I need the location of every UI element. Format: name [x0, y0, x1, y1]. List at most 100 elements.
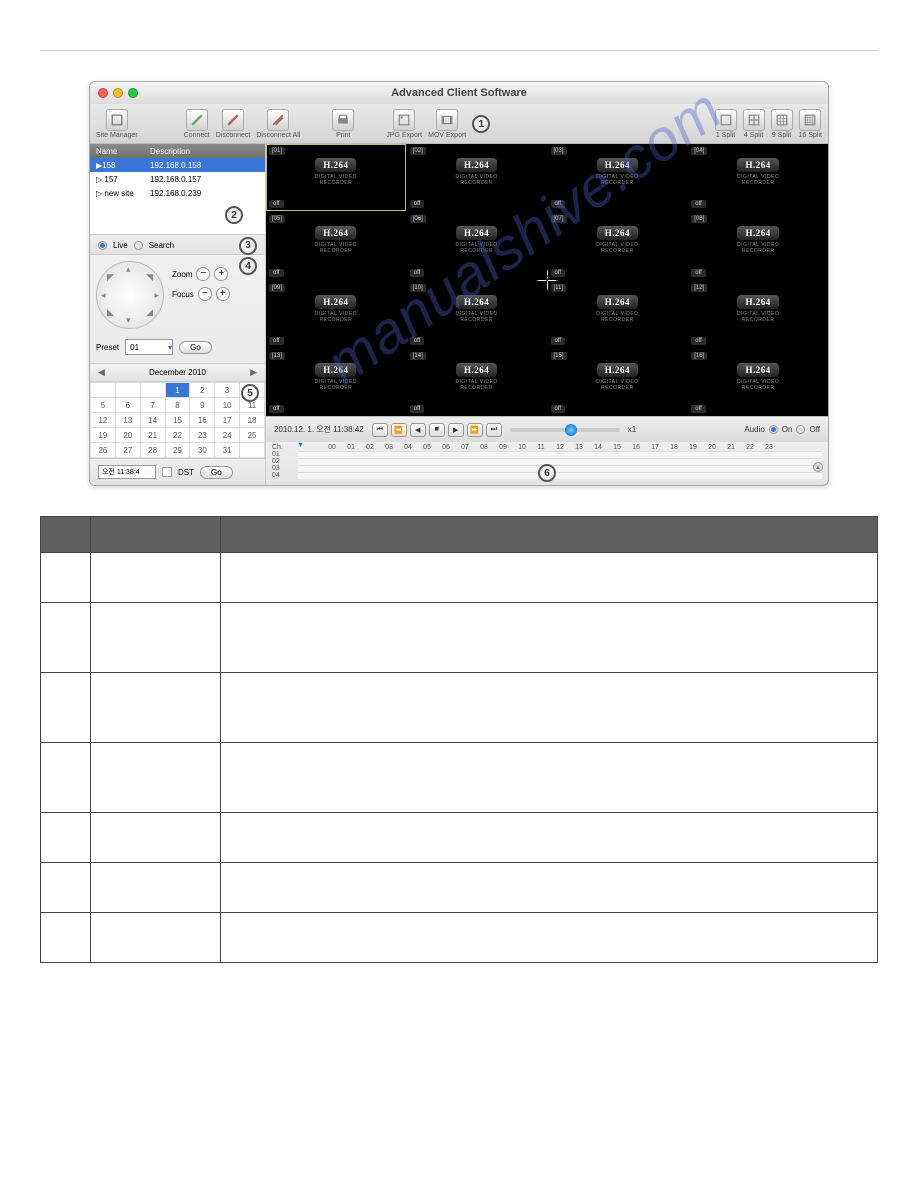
live-radio[interactable]: [98, 241, 107, 250]
toolbar: Site Manager Connect Disconnect Disconne…: [90, 104, 828, 144]
playback-timestamp: 2010.12. 1. 오전 11:38:42: [274, 424, 364, 435]
channel-cell[interactable]: [06]H.264DIGITAL VIDEO RECORDERoff: [407, 212, 547, 279]
channel-cell[interactable]: [04]H.264DIGITAL VIDEO RECORDERoff: [688, 144, 828, 211]
cal-title: December 2010: [149, 368, 206, 377]
site-row[interactable]: ▷ 157192.168.0.157: [90, 172, 265, 186]
channel-cell[interactable]: [12]H.264DIGITAL VIDEO RECORDERoff: [688, 281, 828, 348]
preset-row: Preset 01▾ Go: [90, 335, 265, 363]
channel-cell[interactable]: [05]H.264DIGITAL VIDEO RECORDERoff: [266, 212, 406, 279]
timeline-channel-row[interactable]: 01: [272, 451, 822, 458]
channel-cell[interactable]: [03]H.264DIGITAL VIDEO RECORDERoff: [548, 144, 688, 211]
audio-on-radio[interactable]: [769, 425, 778, 434]
ptz-panel: 4 ▴▾ ◂▸ ◤◥ ◣◢ Zoom−+ Focus−+: [90, 255, 265, 335]
codec-badge: H.264: [597, 363, 638, 377]
dst-checkbox[interactable]: [162, 467, 172, 477]
toolbar-right: 1 Split 4 Split 9 Split 16 Split: [715, 109, 822, 139]
skip-last-button[interactable]: ⏭: [486, 423, 502, 437]
disconnect-button[interactable]: Disconnect: [216, 109, 251, 139]
codec-badge: H.264: [315, 158, 356, 172]
channel-tag: [11]: [551, 284, 567, 292]
channel-tag: [13]: [269, 352, 285, 360]
audio-off-radio[interactable]: [796, 425, 805, 434]
search-radio[interactable]: [134, 241, 143, 250]
mov-export-button[interactable]: MOV Export: [428, 109, 466, 139]
channel-off-badge: off: [269, 405, 284, 413]
scroll-up-button[interactable]: ▴: [813, 462, 823, 472]
disconnect-all-button[interactable]: Disconnect All: [256, 109, 300, 139]
mode-selector: Live Search 3: [90, 234, 265, 255]
time-go-button[interactable]: Go: [200, 466, 233, 479]
toolbar-left: Site Manager Connect Disconnect Disconne…: [96, 109, 490, 139]
jpg-export-button[interactable]: JPG Export: [386, 109, 422, 139]
play-button[interactable]: ▶: [448, 423, 464, 437]
channel-cell[interactable]: [01]H.264DIGITAL VIDEO RECORDERoff: [266, 144, 406, 211]
speed-slider[interactable]: [510, 428, 620, 432]
channel-off-badge: off: [691, 269, 706, 277]
table-row: [41, 913, 878, 963]
forward-button[interactable]: ⏩: [467, 423, 483, 437]
timeline-ruler: 0001020304050607080910111213141516171819…: [324, 444, 777, 451]
codec-badge: H.264: [597, 158, 638, 172]
screenshot-container: Advanced Client Software Site Manager Co…: [40, 81, 878, 486]
channel-cell[interactable]: [02]H.264DIGITAL VIDEO RECORDERoff: [407, 144, 547, 211]
split-1-button[interactable]: 1 Split: [715, 109, 737, 139]
timeline-marker-icon[interactable]: ▼: [297, 442, 304, 449]
video-grid: 7 [01]H.264DIGITAL VIDEO RECORDERoff[02]…: [266, 144, 828, 416]
table-row: [41, 863, 878, 913]
channel-tag: [04]: [691, 147, 707, 155]
split-9-button[interactable]: 9 Split: [771, 109, 793, 139]
table-row: [41, 603, 878, 673]
site-row[interactable]: ▶158192.168.0.158: [90, 158, 265, 172]
zoom-in-button[interactable]: +: [214, 267, 228, 281]
site-row[interactable]: ▷ new site192.168.0.239: [90, 186, 265, 200]
site-manager-button[interactable]: Site Manager: [96, 109, 138, 139]
channel-cell[interactable]: [16]H.264DIGITAL VIDEO RECORDERoff: [688, 349, 828, 416]
cal-next-button[interactable]: ▶: [250, 367, 257, 378]
focus-in-button[interactable]: +: [216, 287, 230, 301]
rewind-button[interactable]: ⏪: [391, 423, 407, 437]
step-back-button[interactable]: ◀: [410, 423, 426, 437]
channel-tag: [03]: [551, 147, 567, 155]
channel-tag: [14]: [410, 352, 426, 360]
window-title: Advanced Client Software: [90, 87, 828, 99]
channel-tag: [15]: [551, 352, 567, 360]
channel-cell[interactable]: [08]H.264DIGITAL VIDEO RECORDERoff: [688, 212, 828, 279]
codec-badge: H.264: [737, 226, 778, 240]
skip-first-button[interactable]: ⏮: [372, 423, 388, 437]
ptz-wheel[interactable]: ▴▾ ◂▸ ◤◥ ◣◢: [96, 261, 164, 329]
speed-label: x1: [628, 425, 636, 434]
print-button[interactable]: Print: [332, 109, 354, 139]
channel-off-badge: off: [691, 200, 706, 208]
time-input[interactable]: 오전 11:38:4: [98, 465, 156, 479]
channel-cell[interactable]: [13]H.264DIGITAL VIDEO RECORDERoff: [266, 349, 406, 416]
channel-cell[interactable]: [10]H.264DIGITAL VIDEO RECORDERoff: [407, 281, 547, 348]
channel-cell[interactable]: [07]H.264DIGITAL VIDEO RECORDERoff: [548, 212, 688, 279]
split-4-button[interactable]: 4 Split: [743, 109, 765, 139]
channel-cell[interactable]: [11]H.264DIGITAL VIDEO RECORDERoff: [548, 281, 688, 348]
channel-tag: [12]: [691, 284, 707, 292]
calendar-grid[interactable]: 1234 567891011 12131415161718 1920212223…: [90, 382, 265, 458]
split-16-button[interactable]: 16 Split: [799, 109, 822, 139]
main-body: Name Description ▶158192.168.0.158 ▷ 157…: [90, 144, 828, 485]
description-table: [40, 516, 878, 963]
cal-prev-button[interactable]: ◀: [98, 367, 105, 378]
channel-off-badge: off: [551, 337, 566, 345]
codec-badge: H.264: [737, 363, 778, 377]
connect-button[interactable]: Connect: [184, 109, 210, 139]
preset-select[interactable]: 01▾: [125, 339, 173, 355]
channel-off-badge: off: [691, 337, 706, 345]
channel-off-badge: off: [691, 405, 706, 413]
focus-out-button[interactable]: −: [198, 287, 212, 301]
channel-cell[interactable]: [09]H.264DIGITAL VIDEO RECORDERoff: [266, 281, 406, 348]
stop-button[interactable]: ■: [429, 423, 445, 437]
preset-go-button[interactable]: Go: [179, 341, 212, 354]
channel-off-badge: off: [269, 200, 284, 208]
channel-cell[interactable]: [15]H.264DIGITAL VIDEO RECORDERoff: [548, 349, 688, 416]
channel-cell[interactable]: [14]H.264DIGITAL VIDEO RECORDERoff: [407, 349, 547, 416]
video-area: 7 [01]H.264DIGITAL VIDEO RECORDERoff[02]…: [266, 144, 828, 485]
zoom-out-button[interactable]: −: [196, 267, 210, 281]
time-row: 오전 11:38:4 DST Go: [90, 458, 265, 485]
callout-6: 6: [538, 464, 556, 482]
calendar: ◀ December 2010 ▶ 5 1234 567891011 12131…: [90, 363, 265, 458]
channel-off-badge: off: [269, 337, 284, 345]
